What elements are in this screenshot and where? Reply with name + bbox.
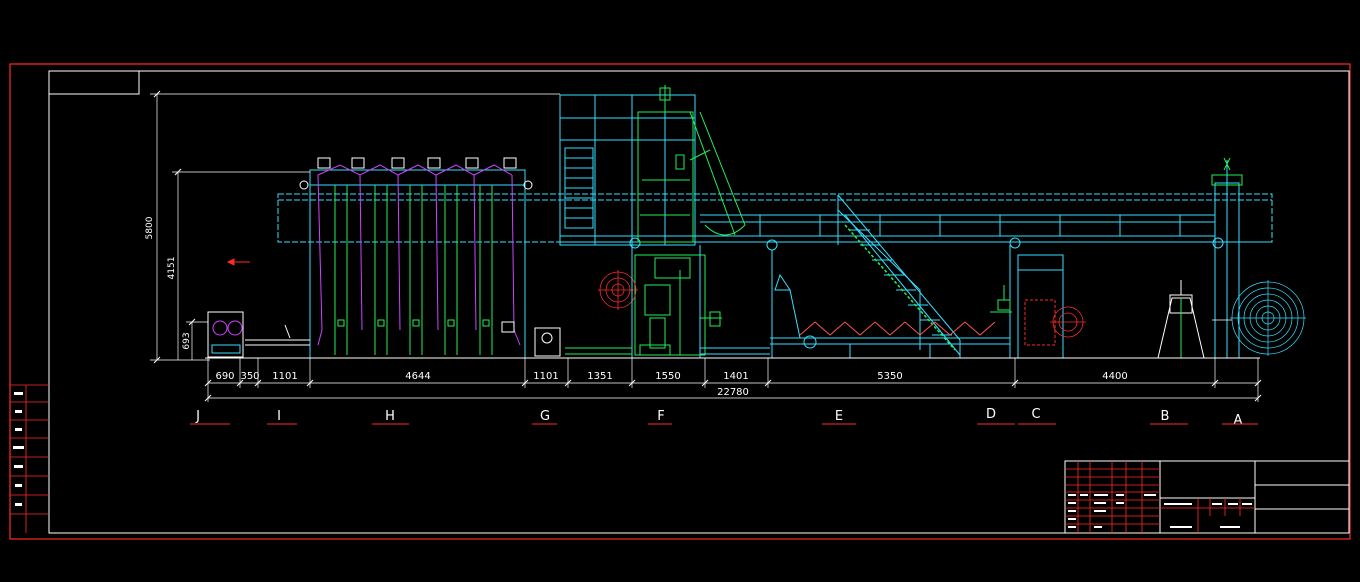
dim-total-height: 5800 xyxy=(145,216,155,239)
dim-segment-label: 5350 xyxy=(877,371,902,382)
section-letter: B xyxy=(1161,409,1170,424)
dryer-rollers xyxy=(299,157,533,190)
dim-segment-label: 1351 xyxy=(587,371,612,382)
title-block xyxy=(1064,460,1350,534)
stair-treads xyxy=(844,224,956,351)
b-stand xyxy=(1157,280,1205,359)
g-machine xyxy=(501,321,561,357)
d-stand xyxy=(990,285,1012,313)
corner-label-box xyxy=(48,70,140,95)
right-post xyxy=(1211,157,1243,359)
overhead-beam xyxy=(277,193,1273,243)
section-letter: D xyxy=(986,407,996,422)
dim-segment-label: 690 xyxy=(215,371,234,382)
section-labels: J I H G F E D C B A xyxy=(190,407,1258,428)
i-conveyor xyxy=(245,324,310,346)
section-letter: C xyxy=(1031,407,1040,422)
left-signoff-block xyxy=(10,384,49,533)
dryer-frame xyxy=(309,169,526,359)
stairway xyxy=(837,194,961,358)
zigzag-conveyor xyxy=(799,321,996,336)
dim-segment-label: 4644 xyxy=(405,371,430,382)
cad-drawing: 5800 4151 693 690 350 1101 4644 1101 135… xyxy=(9,63,1351,540)
upper-machine xyxy=(637,85,746,243)
direction-arrow xyxy=(226,258,250,266)
dim-segment-label: 1401 xyxy=(723,371,748,382)
dim-segment-label: 350 xyxy=(240,371,259,382)
dim-segment-label: 1550 xyxy=(655,371,680,382)
section-letter: E xyxy=(835,409,843,424)
dim-frame-height: 4151 xyxy=(167,257,177,280)
dim-segment-label: 1101 xyxy=(272,371,297,382)
dim-segment-label: 1101 xyxy=(533,371,558,382)
section-letter: G xyxy=(540,409,550,424)
a-spool xyxy=(1212,280,1306,356)
dim-total-length: 22780 xyxy=(717,387,749,398)
dryer-columns xyxy=(334,185,493,355)
section-letter: F xyxy=(657,409,664,424)
section-letter: A xyxy=(1234,413,1243,428)
upper-platform xyxy=(559,94,696,246)
g-conveyor xyxy=(565,347,632,355)
section-letter: J xyxy=(195,409,200,424)
segment-labels: 690 350 1101 4644 1101 1351 1550 1401 53… xyxy=(215,371,1127,382)
section-letter: H xyxy=(385,409,395,424)
dim-segment-label: 4400 xyxy=(1102,371,1127,382)
cd-machine xyxy=(1009,245,1064,359)
section-letter: I xyxy=(277,409,281,424)
j-winder xyxy=(207,311,244,358)
dimension-lines xyxy=(150,93,1259,402)
dryer-belt xyxy=(317,164,521,346)
f-frame xyxy=(631,245,770,358)
f-lower-machine xyxy=(634,254,722,356)
cad-drawing-viewport: 5800 4151 693 690 350 1101 4644 1101 135… xyxy=(0,0,1360,578)
dim-unit-height: 693 xyxy=(182,332,192,349)
inner-frame xyxy=(48,70,1350,534)
conveyor-frame-e xyxy=(770,250,1010,358)
